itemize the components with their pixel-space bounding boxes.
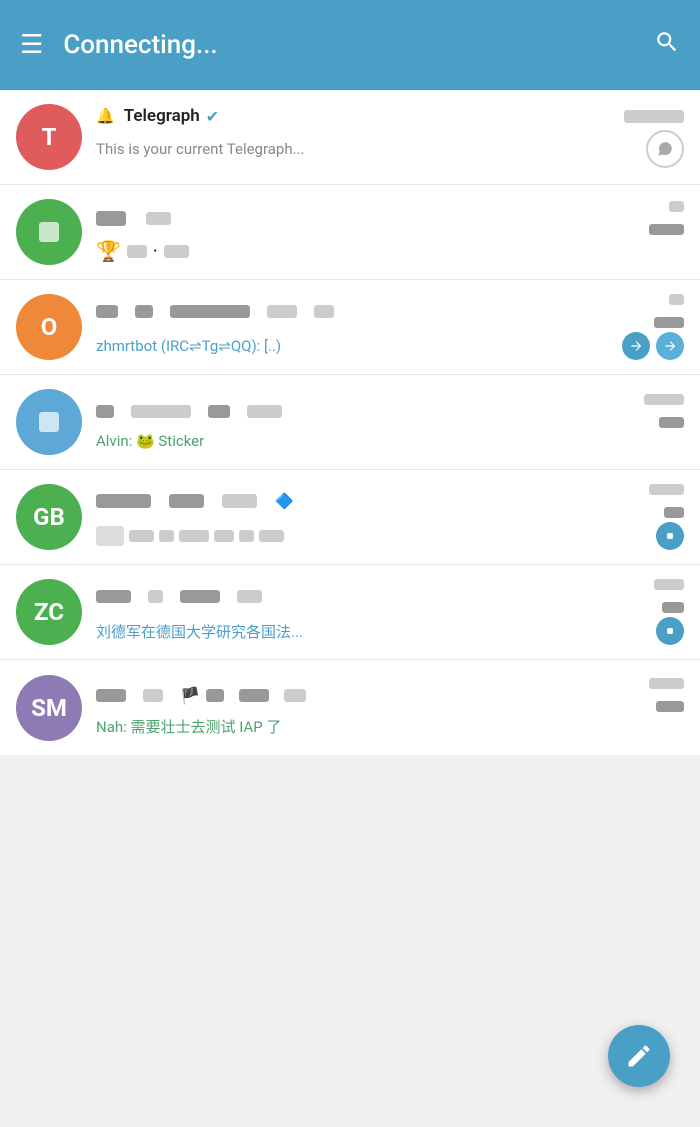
chat-item[interactable]: T 🔔 Telegraph ✔ This is your current Tel… xyxy=(0,90,700,185)
chat-right-side xyxy=(654,294,684,328)
search-icon[interactable] xyxy=(654,29,680,62)
chat-preview: Nah: 需要壮士去测试 IAP 了 xyxy=(96,716,281,737)
avatar xyxy=(16,199,82,265)
avatar-label: ZC xyxy=(34,598,64,626)
chat-preview: Alvin: 🐸 Sticker xyxy=(96,432,204,450)
chat-content: 🏴 Nah: 需要壮士去测试 IAP 了 xyxy=(96,678,684,737)
chat-content: 刘德军在德国大学研究各国法... xyxy=(96,579,684,645)
status-icon2 xyxy=(656,332,684,360)
avatar-label: T xyxy=(42,123,57,151)
chat-right-side xyxy=(616,109,684,124)
chat-content: 🔔 Telegraph ✔ This is your current Teleg… xyxy=(96,106,684,168)
header-title: Connecting... xyxy=(43,30,654,60)
chat-preview: This is your current Telegraph... xyxy=(96,140,304,158)
chat-item[interactable]: ZC 刘德军在德国大学研究各国 xyxy=(0,565,700,660)
chat-name: Telegraph xyxy=(124,106,200,126)
chat-content: zhmrtbot (IRC⇌Tg⇌QQ): [..) xyxy=(96,294,684,360)
chat-content: 🏆 · xyxy=(96,201,684,263)
chat-item[interactable]: SM 🏴 xyxy=(0,660,700,755)
emoji-trophy: 🏆 xyxy=(96,239,121,263)
chat-right-side xyxy=(649,678,684,712)
avatar-label: GB xyxy=(33,503,65,531)
chat-item[interactable]: O xyxy=(0,280,700,375)
chat-preview: 刘德军在德国大学研究各国法... xyxy=(96,621,303,642)
avatar: O xyxy=(16,294,82,360)
header: ☰ Connecting... xyxy=(0,0,700,90)
avatar xyxy=(16,389,82,455)
avatar-label: O xyxy=(41,313,58,341)
chat-content: 🔷 xyxy=(96,484,684,550)
chat-right-side xyxy=(649,201,684,235)
avatar: GB xyxy=(16,484,82,550)
avatar-inner xyxy=(39,222,59,242)
chat-preview: zhmrtbot (IRC⇌Tg⇌QQ): [..) xyxy=(96,337,281,355)
share-icon[interactable] xyxy=(646,130,684,168)
avatar-label: SM xyxy=(31,694,67,722)
menu-icon[interactable]: ☰ xyxy=(20,30,43,60)
bot-icon xyxy=(656,617,684,645)
chat-right-side xyxy=(654,579,684,613)
chat-item[interactable]: 🏆 · xyxy=(0,185,700,280)
avatar-inner xyxy=(39,412,59,432)
status-icon xyxy=(622,332,650,360)
chat-item[interactable]: Alvin: 🐸 Sticker xyxy=(0,375,700,470)
chat-list: T 🔔 Telegraph ✔ This is your current Tel… xyxy=(0,90,700,755)
chat-time xyxy=(624,109,684,124)
compose-fab[interactable] xyxy=(608,1025,670,1087)
avatar: T xyxy=(16,104,82,170)
chat-content: Alvin: 🐸 Sticker xyxy=(96,394,684,450)
verified-badge: ✔ xyxy=(206,107,219,126)
avatar: SM xyxy=(16,675,82,741)
mute-icon: 🔔 xyxy=(96,107,115,125)
chat-right-side xyxy=(644,394,684,428)
bot-icon xyxy=(656,522,684,550)
avatar: ZC xyxy=(16,579,82,645)
chat-item[interactable]: GB 🔷 xyxy=(0,470,700,565)
chat-right-side xyxy=(649,484,684,518)
